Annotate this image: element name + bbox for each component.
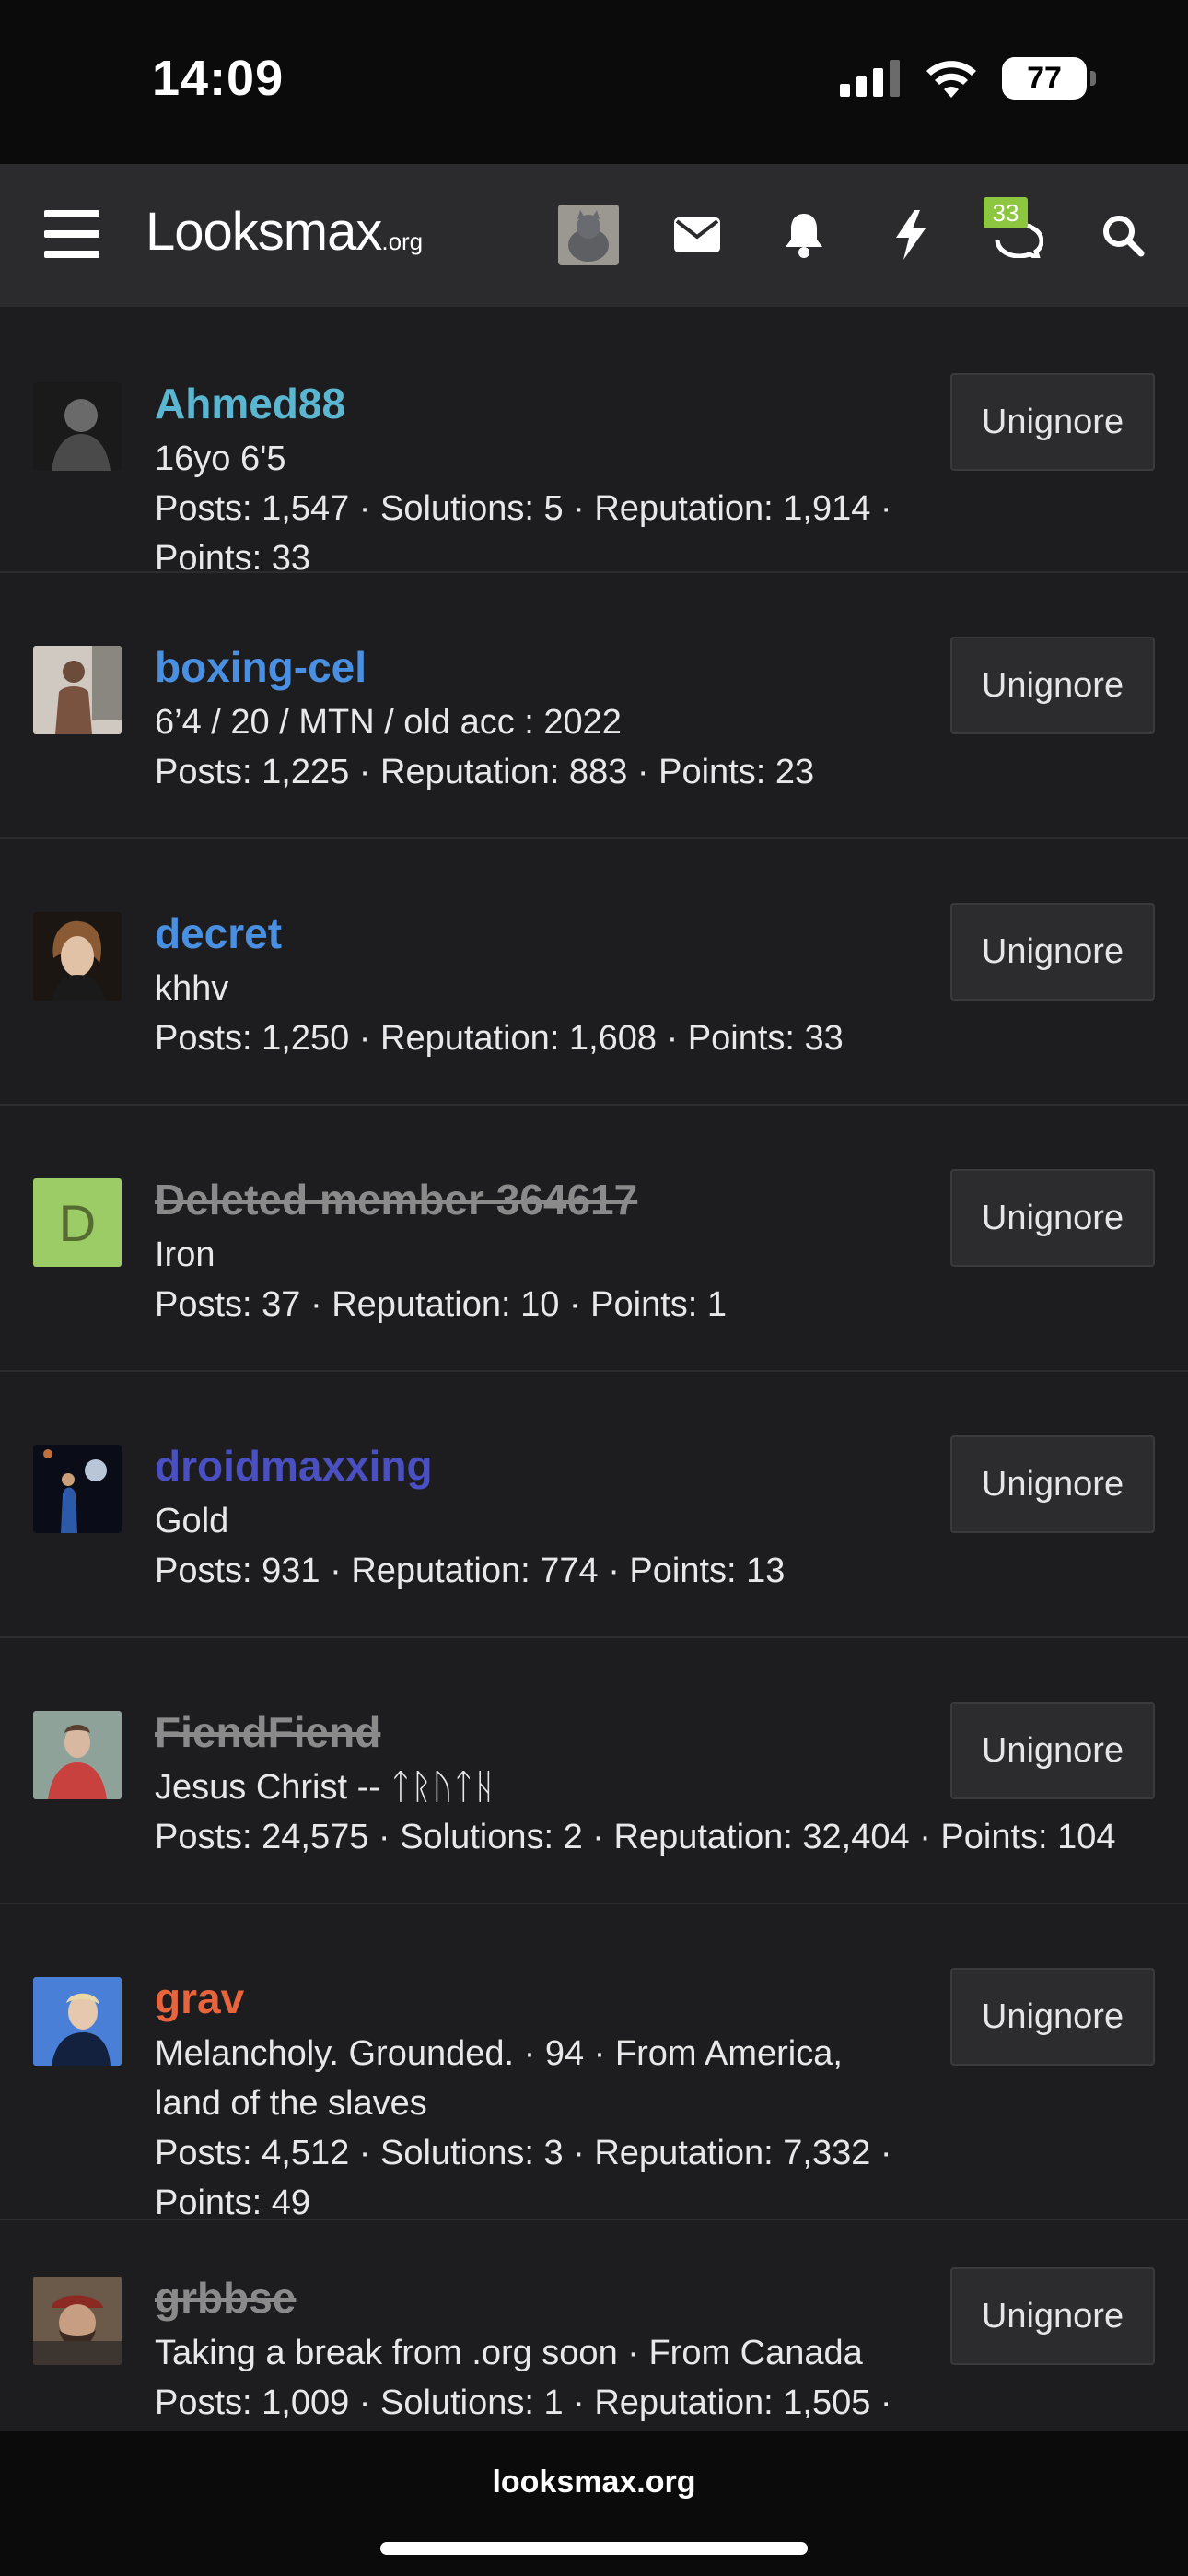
member-name[interactable]: decret: [155, 908, 282, 958]
mail-icon[interactable]: [670, 208, 724, 262]
member-name: Deleted member 364617: [155, 1176, 638, 1224]
member-name: grbbse: [155, 2274, 297, 2322]
status-bar: 14:09 77: [0, 0, 1188, 164]
chat-badge: 33: [984, 197, 1028, 228]
member-title: 6’4 / 20 / MTN / old acc : 2022: [155, 703, 622, 742]
member-title-cont: land of the slaves: [155, 2084, 427, 2123]
top-navbar: Lооksmax.org 33: [0, 164, 1188, 307]
unignore-button[interactable]: Unignore: [950, 1968, 1155, 2066]
status-time: 14:09: [152, 51, 285, 106]
cellular-signal-icon: [840, 60, 900, 97]
unignore-button[interactable]: Unignore: [950, 1169, 1155, 1267]
site-logo[interactable]: Lооksmax.org: [146, 201, 423, 263]
list-item: boxing-cel 6’4 / 20 / MTN / old acc : 20…: [0, 573, 1188, 839]
member-title: Taking a break from .org soon · From Can…: [155, 2334, 863, 2372]
letter-avatar: D: [33, 1178, 122, 1267]
avatar[interactable]: [558, 205, 619, 265]
list-item: D Deleted member 364617 Iron Posts: 37 ·…: [0, 1106, 1188, 1372]
member-name[interactable]: boxing-cel: [155, 642, 367, 692]
menu-icon[interactable]: [44, 210, 99, 258]
avatar[interactable]: [33, 646, 122, 734]
member-title: Iron: [155, 1235, 215, 1274]
unignore-button[interactable]: Unignore: [950, 373, 1155, 471]
search-icon[interactable]: [1096, 208, 1149, 262]
member-title: Jesus Christ -- ᛏᚱᚢᛏᚺ: [155, 1768, 495, 1807]
lightning-icon[interactable]: [884, 208, 938, 262]
avatar[interactable]: [33, 1711, 122, 1799]
unignore-button[interactable]: Unignore: [950, 637, 1155, 734]
status-icons: 77: [840, 57, 1096, 100]
avatar[interactable]: [33, 1977, 122, 2066]
avatar[interactable]: [33, 1445, 122, 1533]
member-title: khhv: [155, 969, 229, 1008]
member-name[interactable]: grav: [155, 1973, 244, 2023]
member-title: 16yo 6'5: [155, 439, 286, 478]
logo-suffix: .org: [381, 228, 424, 255]
unignore-button[interactable]: Unignore: [950, 1702, 1155, 1799]
unignore-button[interactable]: Unignore: [950, 1435, 1155, 1533]
member-title: Melancholy. Grounded. · 94 · From Americ…: [155, 2034, 843, 2073]
list-item: decret khhv Posts: 1,250 · Reputation: 1…: [0, 839, 1188, 1106]
ignored-members-list: Ahmed88 16yo 6'5 Posts: 1,547 · Solution…: [0, 307, 1188, 2431]
list-item: FiendFiend Jesus Christ -- ᛏᚱᚢᛏᚺ Posts: …: [0, 1638, 1188, 1904]
unignore-button[interactable]: Unignore: [950, 2267, 1155, 2365]
member-stats: Posts: 1,009 · Solutions: 1 · Reputation…: [155, 2383, 892, 2422]
member-name[interactable]: droidmaxxing: [155, 1441, 433, 1491]
bottom-address-bar: looksmax.org: [0, 2431, 1188, 2576]
member-name: FiendFiend: [155, 1708, 381, 1756]
list-item: droidmaxxing Gold Posts: 931 · Reputatio…: [0, 1372, 1188, 1638]
avatar[interactable]: [33, 912, 122, 1001]
url-display[interactable]: looksmax.org: [0, 2465, 1188, 2500]
list-item: grbbse Taking a break from .org soon · F…: [0, 2220, 1188, 2431]
member-title: Gold: [155, 1502, 229, 1540]
member-stats: Posts: 1,250 · Reputation: 1,608 · Point…: [155, 1019, 844, 1058]
avatar[interactable]: [33, 382, 122, 471]
member-stats: Posts: 4,512 · Solutions: 3 · Reputation…: [155, 2134, 892, 2222]
avatar: D: [33, 1178, 122, 1267]
unignore-button[interactable]: Unignore: [950, 903, 1155, 1001]
member-name[interactable]: Ahmed88: [155, 379, 345, 428]
list-item: grav Melancholy. Grounded. · 94 · From A…: [0, 1904, 1188, 2222]
member-stats: Posts: 37 · Reputation: 10 · Points: 1: [155, 1285, 728, 1324]
member-stats: Posts: 1,547 · Solutions: 5 · Reputation…: [155, 489, 892, 578]
bell-icon[interactable]: [777, 208, 831, 262]
member-stats: Posts: 931 · Reputation: 774 · Points: 1…: [155, 1551, 786, 1590]
battery-icon: 77: [1002, 57, 1096, 100]
battery-level: 77: [1027, 60, 1062, 96]
member-stats: Posts: 1,225 · Reputation: 883 · Points:…: [155, 753, 815, 791]
home-indicator[interactable]: [380, 2542, 808, 2555]
wifi-icon: [926, 61, 976, 98]
avatar[interactable]: [33, 2277, 122, 2365]
logo-text: Lооksmax: [146, 202, 382, 262]
list-item: Ahmed88 16yo 6'5 Posts: 1,547 · Solution…: [0, 307, 1188, 578]
member-stats: Posts: 24,575 · Solutions: 2 · Reputatio…: [155, 1818, 1116, 1856]
